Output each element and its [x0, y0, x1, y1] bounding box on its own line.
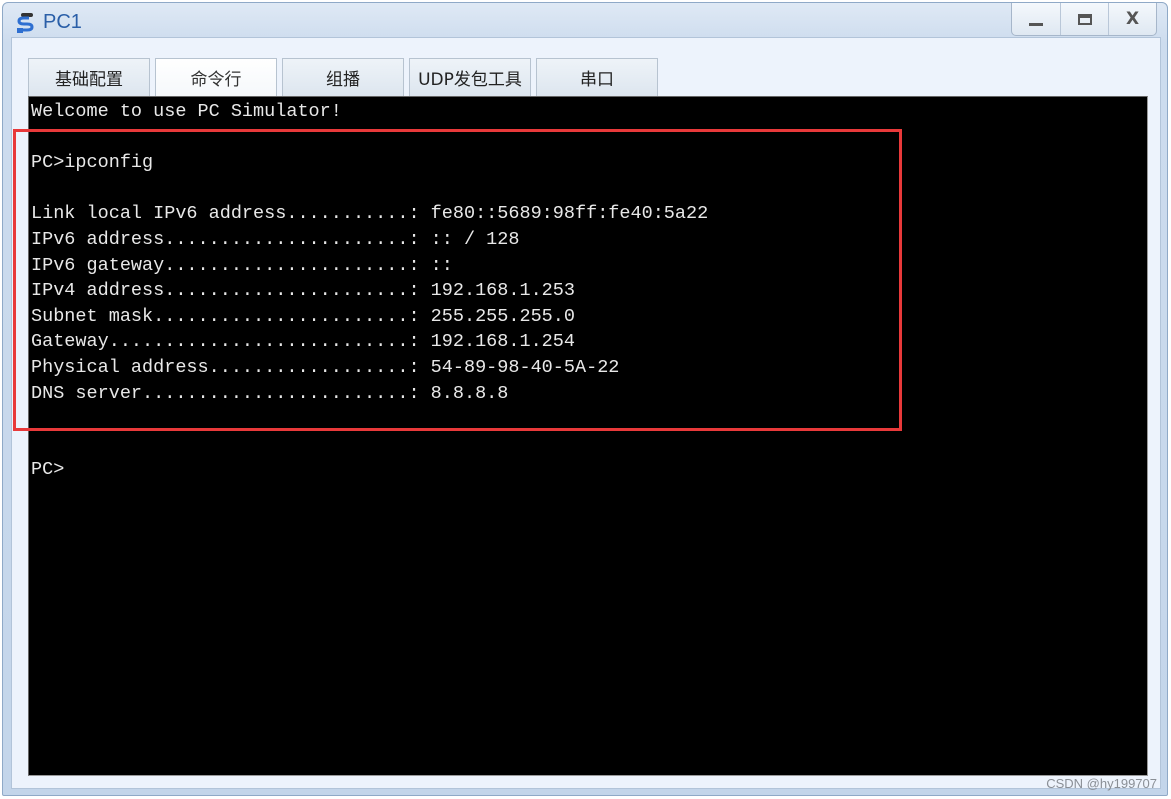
terminal-line: DNS server........................: 8.8.… [31, 382, 509, 404]
command-line-terminal[interactable]: Welcome to use PC Simulator! PC>ipconfig… [28, 96, 1148, 776]
terminal-line: Gateway...........................: 192.… [31, 331, 575, 353]
title-bar[interactable]: PC1 X [3, 3, 1167, 41]
minimize-button[interactable] [1012, 3, 1060, 35]
maximize-button[interactable] [1060, 3, 1108, 35]
terminal-line: PC>ipconfig [31, 152, 154, 174]
tab-serial-port[interactable]: 串口 [536, 58, 658, 96]
window-title: PC1 [43, 11, 82, 33]
minimize-icon [1029, 22, 1043, 26]
tab-bar: 基础配置 命令行 组播 UDP发包工具 串口 [28, 58, 663, 96]
close-icon: X [1125, 9, 1140, 29]
close-button[interactable]: X [1108, 3, 1156, 35]
terminal-line: IPv6 address......................: :: /… [31, 228, 520, 250]
terminal-output: Welcome to use PC Simulator! PC>ipconfig… [31, 99, 708, 483]
terminal-line: Physical address..................: 54-8… [31, 356, 620, 378]
terminal-prompt: PC> [31, 459, 65, 481]
tab-multicast[interactable]: 组播 [282, 58, 404, 96]
terminal-line: Welcome to use PC Simulator! [31, 101, 342, 122]
terminal-line: IPv4 address......................: 192.… [31, 280, 575, 302]
tab-udp-tool[interactable]: UDP发包工具 [409, 58, 531, 96]
maximize-icon [1077, 13, 1092, 25]
terminal-line: IPv6 gateway......................: :: [31, 254, 453, 276]
window-controls: X [1011, 3, 1157, 36]
client-area: 基础配置 命令行 组播 UDP发包工具 串口 Welcome to use PC… [11, 37, 1161, 789]
terminal-line: Subnet mask.......................: 255.… [31, 305, 575, 327]
pc-simulator-window: PC1 X 基础配置 命令行 组播 UDP发包工具 串口 Welcome to … [2, 2, 1168, 796]
watermark: CSDN @hy199707 [1046, 776, 1157, 791]
terminal-line: Link local IPv6 address...........: fe80… [31, 203, 709, 225]
tab-command-line[interactable]: 命令行 [155, 58, 277, 96]
tab-basic-config[interactable]: 基础配置 [28, 58, 150, 96]
network-pc-icon [15, 12, 37, 34]
